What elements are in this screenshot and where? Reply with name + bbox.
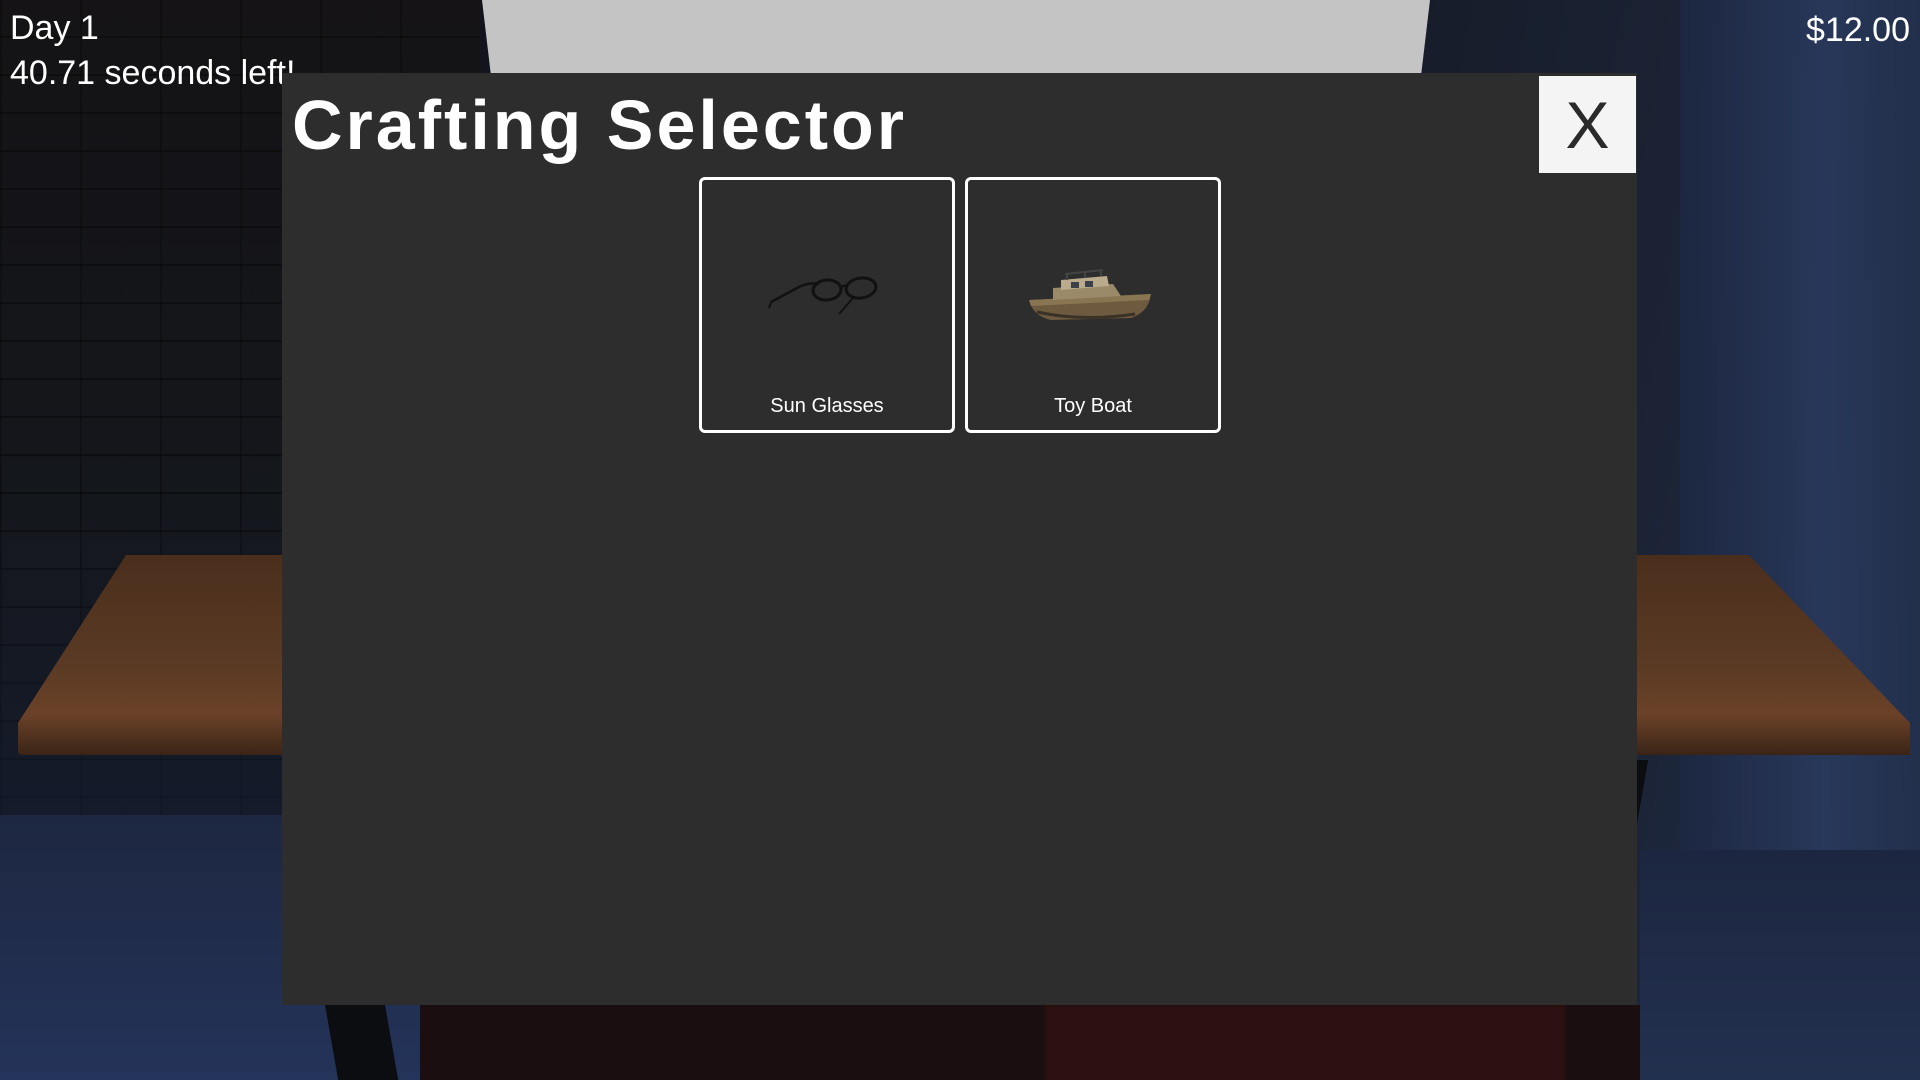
panel-title: Crafting Selector: [292, 86, 907, 164]
crafting-selector-panel: Crafting Selector X Sun Glasses Toy Boat: [282, 73, 1637, 1005]
floor-right: [1640, 850, 1920, 1080]
sunglasses-icon: [768, 276, 878, 315]
toy-boat-icon: [1029, 269, 1151, 320]
hud-day-label: Day 1: [10, 9, 99, 47]
close-button[interactable]: X: [1539, 76, 1636, 173]
recipe-card-sun-glasses[interactable]: Sun Glasses: [699, 177, 955, 433]
ceiling-light: [482, 0, 1430, 80]
recipe-label-toy-boat: Toy Boat: [1054, 395, 1132, 417]
close-icon: X: [1565, 87, 1610, 162]
recipe-card-toy-boat[interactable]: Toy Boat: [965, 177, 1221, 433]
game-scene: Day 1 40.71 seconds left! $12.00 Craftin…: [0, 0, 1920, 1080]
hud-timer-label: 40.71 seconds left!: [10, 54, 296, 92]
hud-money-label: $12.00: [1806, 11, 1910, 49]
counter-bottom-panel: [1045, 1005, 1565, 1080]
recipe-label-sun-glasses: Sun Glasses: [770, 395, 884, 417]
right-pillar-background: [1680, 0, 1920, 900]
